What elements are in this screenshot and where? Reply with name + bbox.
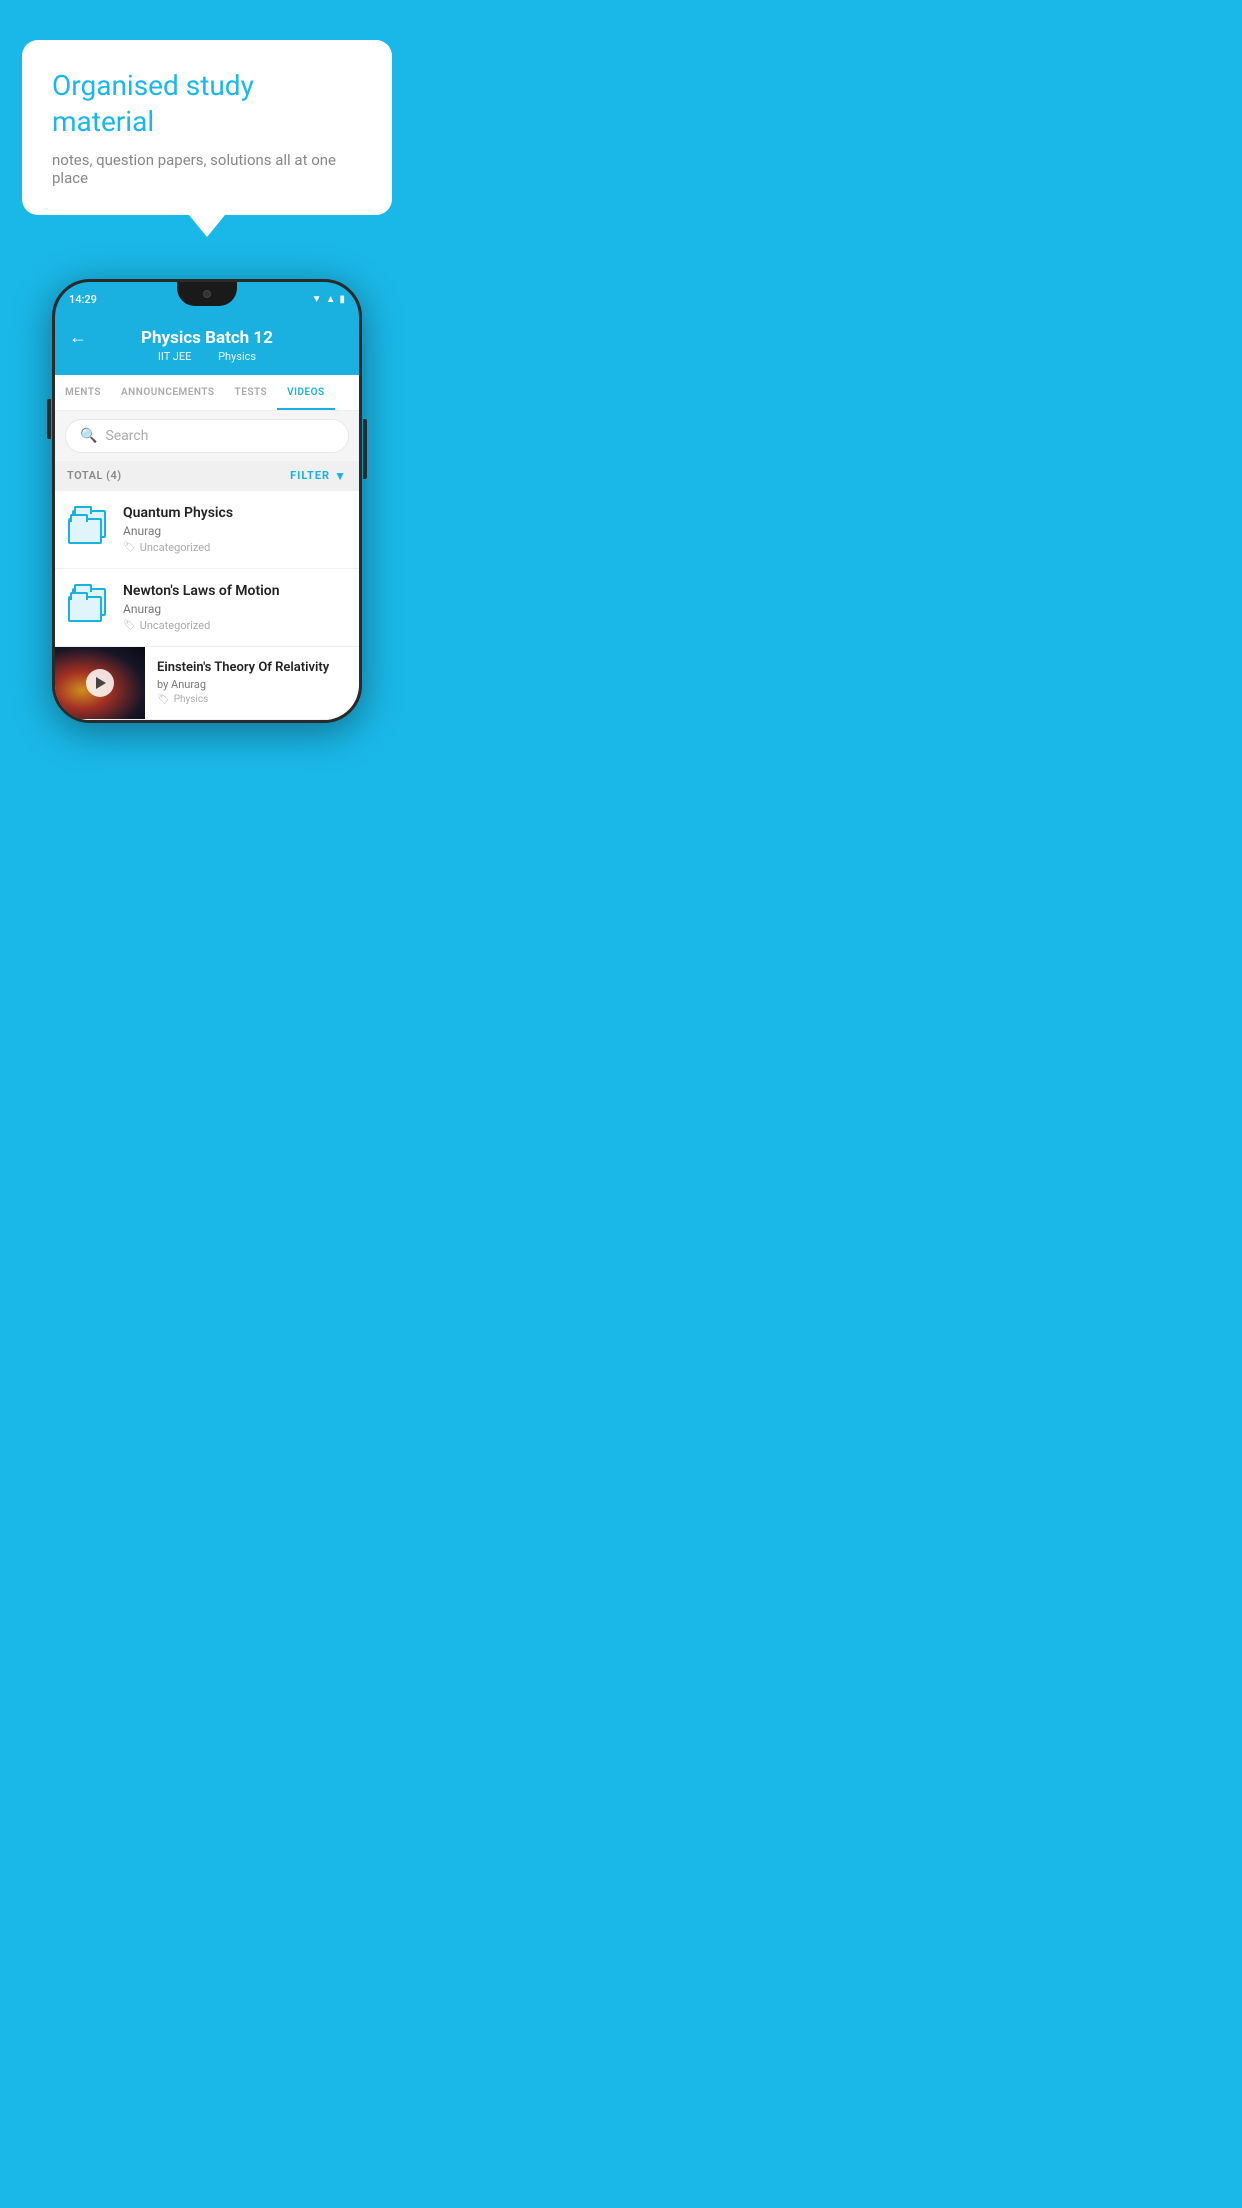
- tab-videos[interactable]: VIDEOS: [277, 375, 335, 410]
- search-placeholder: Search: [105, 428, 148, 444]
- video-info: Einstein's Theory Of Relativity by Anura…: [157, 650, 347, 715]
- video-author: Anurag: [123, 602, 347, 616]
- list-item[interactable]: Newton's Laws of Motion Anurag 🏷 Uncateg…: [55, 569, 359, 647]
- thumb-overlay: [55, 647, 145, 719]
- tag-label: Uncategorized: [140, 619, 211, 632]
- battery-icon: ▮: [339, 294, 345, 305]
- power-button: [363, 419, 367, 479]
- phone-mockup: 14:29 ▼ ▲ ▮ ← Physics Batch 12 IIT JEE P…: [52, 279, 362, 723]
- speech-bubble: Organised study material notes, question…: [22, 40, 392, 215]
- wifi-icon: ▼: [312, 294, 322, 305]
- filter-bar: TOTAL (4) FILTER ▼: [55, 461, 359, 491]
- tag-icon: 🏷: [123, 620, 136, 631]
- phone-wrapper: 14:29 ▼ ▲ ▮ ← Physics Batch 12 IIT JEE P…: [0, 279, 414, 733]
- header-row: ← Physics Batch 12: [69, 328, 345, 348]
- bubble-subtitle: notes, question papers, solutions all at…: [52, 151, 362, 187]
- video-icon-wrap: [67, 585, 111, 629]
- video-title: Quantum Physics: [123, 505, 347, 521]
- filter-label: FILTER: [290, 469, 330, 482]
- video-title: Newton's Laws of Motion: [123, 583, 347, 599]
- header-subtitle: IIT JEE Physics: [152, 350, 262, 363]
- signal-icon: ▲: [326, 294, 336, 305]
- status-icons: ▼ ▲ ▮: [312, 294, 345, 305]
- volume-button: [47, 399, 51, 439]
- subtitle-part1: IIT JEE: [158, 350, 191, 363]
- filter-button[interactable]: FILTER ▼: [290, 469, 347, 483]
- video-author: by Anurag: [157, 678, 347, 691]
- tag-label: Uncategorized: [140, 541, 211, 554]
- video-tag: 🏷 Uncategorized: [123, 541, 347, 554]
- video-info: Newton's Laws of Motion Anurag 🏷 Uncateg…: [123, 583, 347, 632]
- search-icon: 🔍: [80, 428, 97, 444]
- search-bar-container: 🔍 Search: [55, 411, 359, 461]
- status-time: 14:29: [69, 293, 97, 306]
- video-title: Einstein's Theory Of Relativity: [157, 660, 347, 675]
- video-tag: 🏷 Physics: [157, 694, 347, 705]
- tab-ments[interactable]: MENTS: [55, 375, 111, 410]
- tab-tests[interactable]: TESTS: [225, 375, 278, 410]
- video-thumbnail: [55, 647, 145, 719]
- folder-front: [68, 518, 102, 544]
- header-title: Physics Batch 12: [141, 328, 273, 348]
- bubble-title: Organised study material: [52, 68, 362, 141]
- play-icon: [96, 677, 106, 689]
- folder-icon: [68, 588, 110, 626]
- notch: [177, 282, 237, 306]
- video-icon-wrap: [67, 507, 111, 551]
- folder-icon: [68, 510, 110, 548]
- list-item[interactable]: Einstein's Theory Of Relativity by Anura…: [55, 647, 359, 720]
- search-input[interactable]: 🔍 Search: [65, 419, 349, 453]
- total-count: TOTAL (4): [67, 469, 122, 482]
- tag-label: Physics: [174, 694, 209, 705]
- video-author: Anurag: [123, 524, 347, 538]
- top-section: Organised study material notes, question…: [0, 0, 414, 235]
- list-item[interactable]: Quantum Physics Anurag 🏷 Uncategorized: [55, 491, 359, 569]
- tag-icon: 🏷: [123, 542, 136, 553]
- status-bar: 14:29 ▼ ▲ ▮: [55, 282, 359, 318]
- app-header: ← Physics Batch 12 IIT JEE Physics: [55, 318, 359, 375]
- camera: [203, 290, 211, 298]
- tabs-bar: MENTS ANNOUNCEMENTS TESTS VIDEOS: [55, 375, 359, 411]
- back-button[interactable]: ←: [69, 327, 87, 348]
- video-list: Quantum Physics Anurag 🏷 Uncategorized: [55, 491, 359, 720]
- subtitle-part2: Physics: [218, 350, 256, 363]
- video-tag: 🏷 Uncategorized: [123, 619, 347, 632]
- tag-icon: 🏷: [157, 694, 170, 705]
- folder-front: [68, 596, 102, 622]
- phone-container: 14:29 ▼ ▲ ▮ ← Physics Batch 12 IIT JEE P…: [52, 279, 362, 723]
- video-info: Quantum Physics Anurag 🏷 Uncategorized: [123, 505, 347, 554]
- play-button[interactable]: [86, 669, 114, 697]
- tab-announcements[interactable]: ANNOUNCEMENTS: [111, 375, 225, 410]
- filter-icon: ▼: [334, 469, 347, 483]
